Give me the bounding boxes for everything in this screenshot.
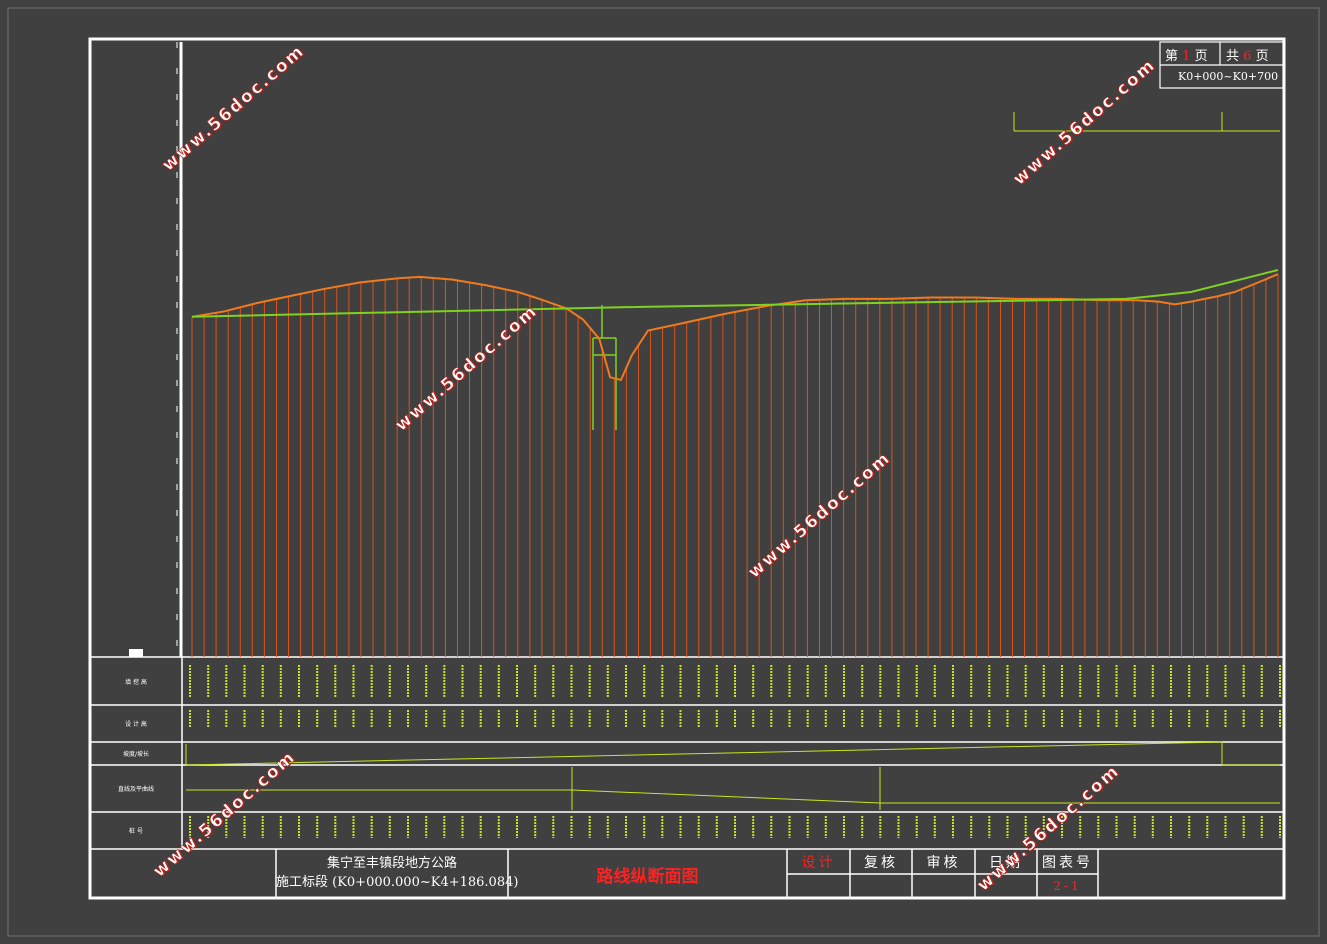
- table-line: [185, 741, 1223, 766]
- design-label: 设计: [801, 855, 836, 871]
- project-section: 施工标段 (K0+000.000~K4+186.084): [276, 875, 519, 890]
- page-range: K0+000~K0+700: [1178, 70, 1279, 83]
- page-number: 1: [1182, 49, 1191, 64]
- outer-border: [7, 7, 1320, 937]
- page-info-total: 共 6 页: [1226, 45, 1269, 64]
- total-pages: 6: [1243, 49, 1252, 64]
- profile-table-grid: [90, 656, 1284, 850]
- row-label-alignment: 直线及平曲线: [117, 786, 154, 793]
- row-label-cut-fill: 填 挖 高: [125, 678, 147, 686]
- project-title: 集宁至丰镇段地方公路 施工标段 (K0+000.000~K4+186.084): [276, 851, 519, 900]
- drawing-no: 2-1: [1053, 879, 1082, 893]
- review-label: 审核: [926, 855, 961, 871]
- page-prefix: 第: [1165, 49, 1179, 64]
- check-label: 复核: [864, 855, 898, 871]
- drawing-name: 路线纵断面图: [596, 866, 699, 887]
- row-label-station: 桩 号: [129, 828, 143, 835]
- row-label-grade: 坡度/坡长: [122, 751, 150, 758]
- drawing-no-label: 图表号: [1042, 855, 1093, 871]
- total-prefix: 共: [1226, 49, 1240, 64]
- page-info-current: 第 1 页: [1165, 45, 1208, 64]
- scale-marker: [129, 649, 143, 657]
- fill-hatch-lines: [191, 274, 1279, 657]
- table-line: [571, 789, 881, 804]
- project-name: 集宁至丰镇段地方公路: [326, 856, 457, 871]
- page-mid: 页: [1194, 49, 1208, 64]
- design-grade-line: [191, 269, 1279, 318]
- total-suffix: 页: [1255, 49, 1269, 64]
- bridge-marker: [592, 305, 617, 430]
- inset-curve-diagram: [1013, 112, 1280, 132]
- row-label-design-elevation: 设 计 高: [125, 721, 147, 728]
